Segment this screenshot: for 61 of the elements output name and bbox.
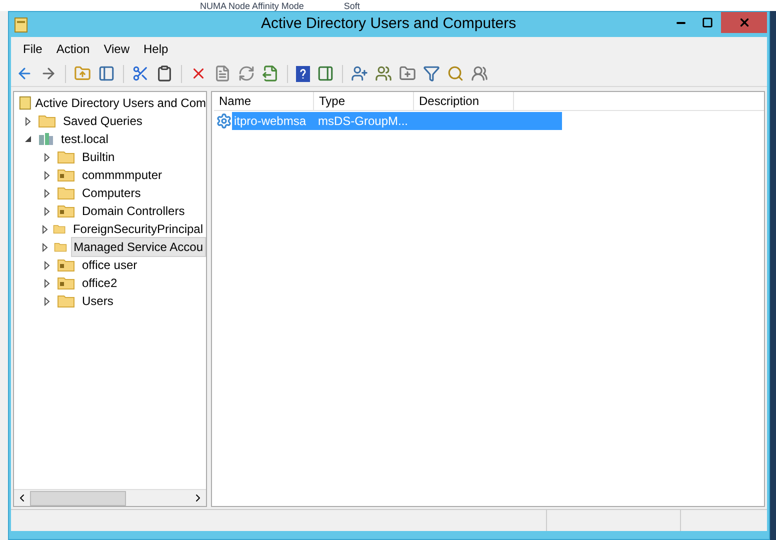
new-folder-icon[interactable] bbox=[399, 65, 416, 82]
tree-item[interactable]: Computers bbox=[79, 183, 144, 203]
tree-item[interactable]: Managed Service Accou bbox=[70, 237, 206, 257]
tree-item[interactable]: Users bbox=[79, 291, 116, 311]
close-button[interactable] bbox=[721, 12, 767, 33]
type-cell-text: msDS-GroupM... bbox=[317, 113, 410, 130]
tree-item[interactable]: Domain Controllers bbox=[79, 201, 188, 221]
tree-item[interactable]: test.local bbox=[58, 129, 112, 149]
tree-root[interactable]: Active Directory Users and Com bbox=[35, 94, 206, 112]
refresh-icon[interactable] bbox=[238, 65, 255, 82]
new-user-icon[interactable] bbox=[351, 65, 368, 82]
tree-item[interactable]: Saved Queries bbox=[60, 111, 146, 131]
background-text: NUMA Node Affinity Mode bbox=[200, 0, 304, 10]
new-group-icon[interactable] bbox=[375, 65, 392, 82]
expand-toggle[interactable] bbox=[41, 224, 50, 234]
action-pane-icon[interactable] bbox=[317, 65, 334, 82]
tree-item[interactable]: office user bbox=[79, 255, 140, 275]
menu-item[interactable]: View bbox=[98, 40, 136, 58]
column-header[interactable]: Description bbox=[414, 92, 514, 111]
organizational-unit-icon bbox=[57, 168, 75, 182]
properties-icon[interactable] bbox=[214, 65, 231, 82]
console-tree-icon[interactable] bbox=[98, 65, 115, 82]
background-text: Soft bbox=[344, 0, 360, 10]
organizational-unit-icon bbox=[57, 276, 75, 290]
clipboard-icon[interactable] bbox=[156, 65, 173, 82]
folder-icon bbox=[53, 222, 66, 236]
directory-icon bbox=[19, 95, 32, 111]
help-icon[interactable] bbox=[296, 66, 310, 82]
forward-icon[interactable] bbox=[40, 65, 57, 82]
menu-item[interactable]: Help bbox=[138, 40, 174, 58]
organizational-unit-icon bbox=[57, 258, 75, 272]
tree-item[interactable]: ForeignSecurityPrincipal bbox=[70, 219, 206, 239]
filter-icon[interactable] bbox=[423, 65, 440, 82]
domain-icon bbox=[38, 132, 54, 146]
menu-item[interactable]: Action bbox=[50, 40, 96, 58]
folder-icon bbox=[57, 294, 75, 308]
menu-item[interactable]: File bbox=[17, 40, 48, 58]
organizational-unit-icon bbox=[57, 204, 75, 218]
export-icon[interactable] bbox=[262, 65, 279, 82]
scrollbar-thumb[interactable] bbox=[30, 490, 126, 506]
tree-item[interactable]: commmmputer bbox=[79, 165, 166, 185]
maximize-icon bbox=[702, 17, 713, 28]
folder-icon bbox=[54, 240, 67, 254]
folder-icon bbox=[57, 150, 75, 164]
folder-icon bbox=[57, 186, 75, 200]
folder-icon bbox=[38, 114, 56, 128]
tree-item[interactable]: office2 bbox=[79, 273, 120, 293]
expand-toggle[interactable] bbox=[41, 242, 50, 252]
horizontal-scrollbar[interactable] bbox=[14, 489, 206, 506]
tree-item[interactable]: Builtin bbox=[79, 147, 118, 167]
back-icon[interactable] bbox=[16, 65, 33, 82]
find-icon[interactable] bbox=[447, 65, 464, 82]
column-header[interactable]: Name bbox=[214, 92, 314, 111]
group-icon[interactable] bbox=[471, 65, 488, 82]
app-icon bbox=[14, 16, 28, 32]
name-cell-text: itpro-webmsa bbox=[233, 113, 308, 130]
service-account-icon bbox=[216, 113, 232, 129]
column-header[interactable]: Type bbox=[314, 92, 414, 111]
close-icon bbox=[738, 16, 750, 29]
cut-icon[interactable] bbox=[132, 65, 149, 82]
window-title: Active Directory Users and Computers bbox=[261, 14, 516, 34]
